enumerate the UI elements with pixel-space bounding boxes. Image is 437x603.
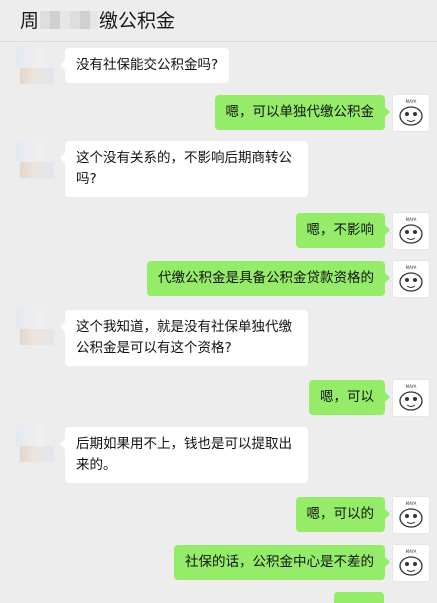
svg-text:MAYA: MAYA (406, 217, 417, 222)
my-avatar[interactable]: MAYA (392, 212, 430, 250)
my-avatar[interactable]: MAYA (392, 544, 430, 582)
my-avatar[interactable]: MAYA (392, 260, 430, 298)
message-list[interactable]: 没有社保能交公积金吗? 嗯，可以单独代缴公积金 MAYA 这个没有关系的，不影响… (0, 42, 437, 603)
message-bubble[interactable]: 这个没有关系的，不影响后期商转公吗? (60, 141, 308, 197)
message-bubble[interactable]: 嗯，不影响 (295, 213, 390, 248)
contact-avatar[interactable] (16, 140, 56, 180)
contact-avatar[interactable] (16, 307, 56, 347)
my-avatar[interactable]: MAYA (392, 496, 430, 534)
message-bubble[interactable]: 嗯，可以 (309, 380, 390, 415)
message-bubble[interactable]: 嗯，可以的 (295, 497, 390, 532)
message-bubble[interactable]: 嗯，可以单独代缴公积金 (214, 95, 390, 130)
svg-text:MAYA: MAYA (406, 501, 417, 506)
svg-text:MAYA: MAYA (406, 99, 417, 104)
message-bubble[interactable]: 代缴公积金是具备公积金贷款资格的 (147, 261, 390, 296)
my-avatar[interactable]: MAYA (392, 94, 430, 132)
message-bubble[interactable]: 这个我知道，就是没有社保单独代缴公积金是可以有这个资格? (60, 310, 308, 366)
chat-header: 周 缴公积金 (0, 0, 437, 42)
message-bubble[interactable]: 社保的话，公积金中心是不差的 (174, 545, 390, 580)
svg-text:MAYA: MAYA (406, 265, 417, 270)
svg-text:MAYA: MAYA (406, 384, 417, 389)
message-bubble[interactable]: 没有社保能交公积金吗? (59, 48, 230, 83)
contact-avatar[interactable] (16, 46, 56, 86)
chat-title-suffix: 缴公积金 (99, 10, 176, 32)
message-bubble[interactable]: 后期如果用不上，钱也是可以提取出来的。 (60, 427, 308, 483)
my-avatar[interactable]: MAYA (392, 379, 430, 417)
svg-text:MAYA: MAYA (406, 549, 417, 554)
chat-title[interactable]: 周 缴公积金 (20, 8, 175, 34)
blurred-name (40, 11, 99, 29)
chat-title-prefix: 周 (20, 10, 40, 32)
message-bubble-partial[interactable] (334, 592, 384, 603)
contact-avatar[interactable] (16, 424, 56, 464)
